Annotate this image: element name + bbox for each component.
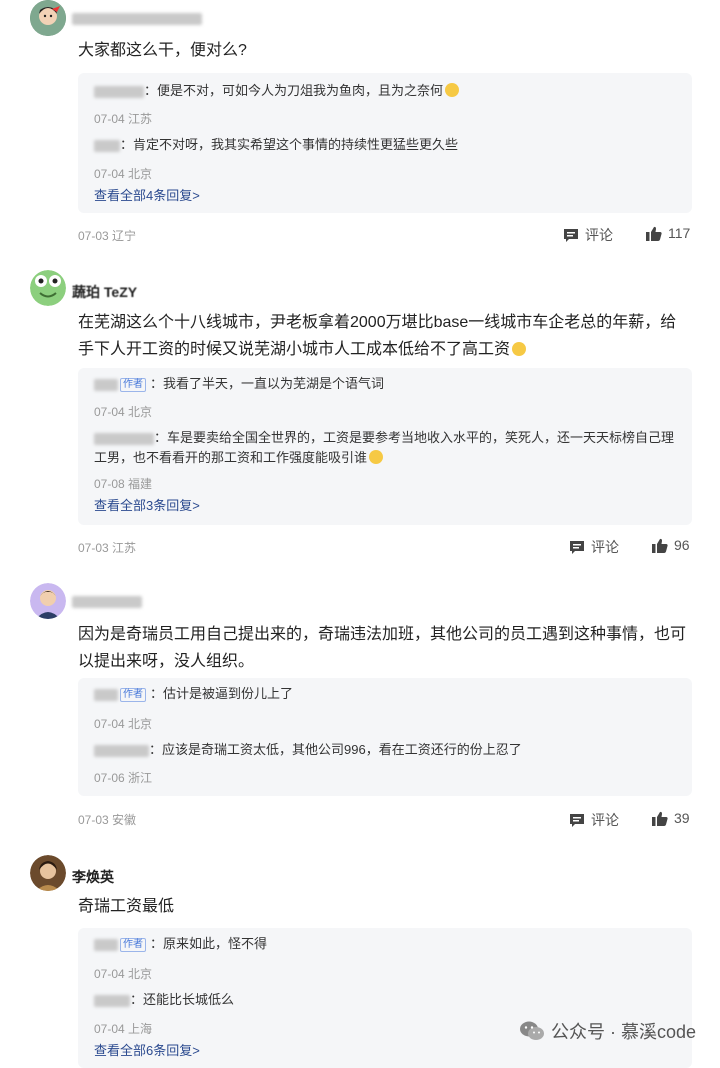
watermark: 公众号 · 慕溪code bbox=[519, 1018, 696, 1044]
comment-meta: 07-03 辽宁 bbox=[78, 229, 137, 243]
reply-meta: 07-04 上海 bbox=[94, 1022, 153, 1036]
comment-icon bbox=[570, 813, 584, 827]
thumbs-up-icon bbox=[652, 811, 668, 826]
reply-author[interactable] bbox=[94, 139, 120, 152]
comment-text: 在芜湖这么个十八线城市，尹老板拿着2000万堪比base一线城市车企老总的年薪，… bbox=[78, 314, 677, 358]
username[interactable] bbox=[72, 10, 202, 26]
reply-author[interactable] bbox=[94, 378, 118, 391]
view-all-replies-link[interactable]: 查看全部3条回复> bbox=[94, 495, 200, 514]
author-tag: 作者 bbox=[120, 688, 146, 702]
reply-author[interactable] bbox=[94, 85, 144, 98]
author-tag: 作者 bbox=[120, 378, 146, 392]
wechat-icon bbox=[519, 1021, 544, 1040]
comment-button[interactable]: 评论 bbox=[563, 225, 613, 245]
avatar[interactable] bbox=[30, 0, 66, 36]
like-button[interactable]: 117 bbox=[646, 225, 690, 241]
username[interactable]: 蔬珀 TeZY bbox=[72, 282, 137, 302]
like-button[interactable]: 39 bbox=[652, 810, 690, 826]
emoji-icon bbox=[369, 450, 384, 464]
reply: 作者 ：我看了半天，一直以为芜湖是个语气词 bbox=[94, 374, 679, 394]
replies-box: 作者 ：估计是被逼到份儿上了 07-04 北京 ：应该是奇瑞工资太低，其他公司99… bbox=[78, 678, 692, 796]
replies-box: 作者 ：我看了半天，一直以为芜湖是个语气词 07-04 北京 ：车是要卖给全国全世… bbox=[78, 368, 692, 525]
reply-meta: 07-04 江苏 bbox=[94, 112, 153, 126]
comment-button[interactable]: 评论 bbox=[569, 810, 619, 830]
view-all-replies-link[interactable]: 查看全部4条回复> bbox=[94, 185, 200, 204]
reply-meta: 07-04 北京 bbox=[94, 405, 153, 419]
reply-author[interactable] bbox=[94, 744, 149, 757]
reply-meta: 07-04 北京 bbox=[94, 717, 153, 731]
reply-meta: 07-06 浙江 bbox=[94, 771, 153, 785]
thumbs-up-icon bbox=[652, 538, 668, 553]
comment-icon bbox=[564, 228, 578, 242]
comment-text: 大家都这么干，便对么? bbox=[78, 42, 247, 59]
comment-text: 奇瑞工资最低 bbox=[78, 898, 175, 915]
emoji-icon bbox=[512, 342, 527, 356]
comment-text: 因为是奇瑞员工用自己提出来的，奇瑞违法加班，其他公司的员工遇到这种事情，也可以提… bbox=[78, 626, 687, 670]
view-all-replies-link[interactable]: 查看全部6条回复> bbox=[94, 1040, 200, 1059]
reply: 作者 ：原来如此，怪不得 bbox=[94, 934, 679, 954]
username[interactable]: 李焕英 bbox=[72, 867, 114, 887]
reply: ：应该是奇瑞工资太低，其他公司996，看在工资还行的份上忍了 bbox=[94, 740, 679, 760]
reply-meta: 07-04 北京 bbox=[94, 167, 153, 181]
reply: ：便是不对，可如今人为刀俎我为鱼肉，且为之奈何 bbox=[94, 81, 679, 101]
author-tag: 作者 bbox=[120, 938, 146, 952]
comment-meta: 07-03 江苏 bbox=[78, 541, 137, 555]
comment-meta: 07-03 安徽 bbox=[78, 813, 137, 827]
reply-author[interactable] bbox=[94, 938, 118, 951]
reply-author[interactable] bbox=[94, 432, 154, 445]
thumbs-up-icon bbox=[646, 226, 662, 241]
avatar[interactable] bbox=[30, 270, 66, 306]
reply: ：肯定不对呀，我其实希望这个事情的持续性更猛些更久些 bbox=[94, 135, 679, 155]
reply-meta: 07-04 北京 bbox=[94, 967, 153, 981]
reply: ：还能比长城低么 bbox=[94, 990, 679, 1010]
reply-meta: 07-08 福建 bbox=[94, 477, 153, 491]
emoji-icon bbox=[445, 83, 460, 97]
reply: 作者 ：估计是被逼到份儿上了 bbox=[94, 684, 679, 704]
avatar[interactable] bbox=[30, 855, 66, 891]
comment-button[interactable]: 评论 bbox=[569, 537, 619, 557]
reply-author[interactable] bbox=[94, 688, 118, 701]
avatar[interactable] bbox=[30, 583, 66, 619]
comment-icon bbox=[570, 540, 584, 554]
replies-box: ：便是不对，可如今人为刀俎我为鱼肉，且为之奈何 07-04 江苏 ：肯定不对呀，… bbox=[78, 73, 692, 213]
like-button[interactable]: 96 bbox=[652, 537, 690, 553]
reply: ：车是要卖给全国全世界的，工资是要参考当地收入水平的，笑死人，还一天天标榜自己理… bbox=[94, 430, 675, 465]
replies-box: 作者 ：原来如此，怪不得 07-04 北京 ：还能比长城低么 07-04 上海 查… bbox=[78, 928, 692, 1068]
reply-author[interactable] bbox=[94, 994, 130, 1007]
username[interactable] bbox=[72, 593, 142, 609]
